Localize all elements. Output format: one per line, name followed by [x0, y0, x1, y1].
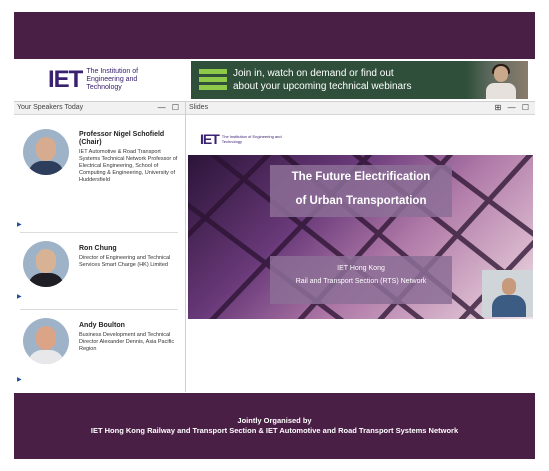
- slide-logo-mark: IET: [200, 131, 220, 147]
- speakers-panel: Your Speakers Today — ☐ Professor Nigel …: [14, 102, 186, 392]
- slide-subtitle-line-1: IET Hong Kong: [337, 265, 385, 272]
- speaker-name: Andy Boulton: [79, 322, 125, 329]
- slides-panel-window-controls[interactable]: ⊞ — ☐: [495, 102, 531, 114]
- header: IET The Institution of Engineering and T…: [14, 59, 535, 102]
- slide-subtitle: IET Hong Kong Rail and Transport Section…: [270, 256, 452, 304]
- speaker-avatar: [23, 129, 69, 175]
- speaker-description: Director of Engineering and Technical Se…: [79, 255, 171, 268]
- banner-line-2: about your upcoming technical webinars: [233, 81, 412, 92]
- slide-title-line-2: of Urban Transportation: [295, 195, 427, 207]
- slide-title: The Future Electrification of Urban Tran…: [270, 165, 452, 217]
- speaker-name: Ron Chung: [79, 245, 117, 252]
- slide-title-line-1: The Future Electrification: [291, 171, 431, 183]
- speakers-panel-header: Your Speakers Today — ☐: [14, 102, 185, 115]
- slide-canvas[interactable]: The Future Electrification of Urban Tran…: [188, 155, 533, 319]
- slides-panel-title: Slides: [189, 104, 209, 111]
- slide-subtitle-line-2: Rail and Transport Section (RTS) Network: [295, 278, 427, 285]
- speaker-description: Business Development and Technical Direc…: [79, 332, 175, 352]
- banner-person-photo: [466, 61, 528, 99]
- speaker-avatar: [23, 241, 69, 287]
- top-bar: [14, 12, 535, 59]
- slides-panel: Slides ⊞ — ☐ IET The Institution of Engi…: [186, 102, 535, 392]
- slide-iet-logo: IET The Institution of Engineering and T…: [200, 132, 282, 146]
- footer-line-1: Jointly Organised by: [237, 416, 312, 425]
- speakers-panel-window-controls[interactable]: — ☐: [158, 102, 181, 114]
- slide-logo-text: The Institution of Engineering and Techn…: [221, 134, 282, 144]
- iet-logo[interactable]: IET The Institution of Engineering and T…: [48, 67, 166, 93]
- footer: Jointly Organised by IET Hong Kong Railw…: [14, 393, 535, 459]
- slides-panel-header: Slides ⊞ — ☐: [186, 102, 535, 115]
- speaker-name: Professor Nigel Schofield (Chair): [79, 131, 165, 146]
- banner-text: Join in, watch on demand or find out abo…: [233, 67, 411, 93]
- divider: [20, 232, 178, 233]
- stripes-icon: [199, 69, 227, 91]
- speaker-avatar: [23, 318, 69, 364]
- webinar-window: IET The Institution of Engineering and T…: [14, 12, 535, 459]
- banner-line-1: Join in, watch on demand or find out: [233, 68, 394, 79]
- footer-line-2: IET Hong Kong Railway and Transport Sect…: [90, 426, 459, 435]
- play-triangle-icon[interactable]: ▶: [17, 221, 22, 228]
- divider: [20, 309, 178, 310]
- speaker-description: IET Automotive & Road Transport Systems …: [79, 149, 178, 183]
- play-triangle-icon[interactable]: ▶: [17, 376, 22, 383]
- iet-logo-mark: IET: [48, 66, 83, 93]
- webinar-banner[interactable]: Join in, watch on demand or find out abo…: [191, 61, 528, 99]
- play-triangle-icon[interactable]: ▶: [17, 293, 22, 300]
- presenter-webcam[interactable]: [482, 270, 533, 317]
- iet-logo-text: The Institution of Engineering and Techn…: [86, 68, 139, 91]
- speakers-panel-title: Your Speakers Today: [17, 104, 84, 111]
